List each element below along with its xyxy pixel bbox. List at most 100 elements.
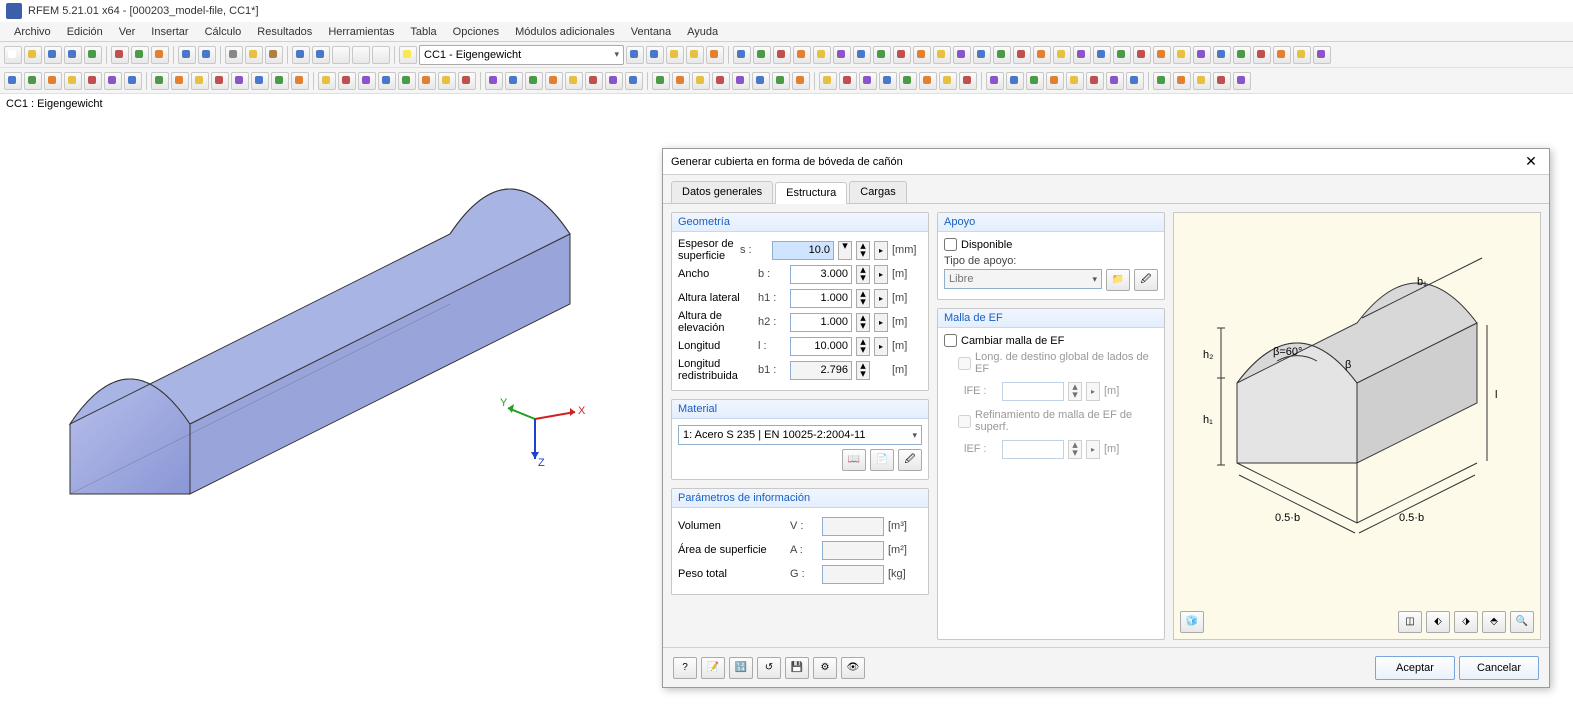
support-library-button[interactable]: 📁 [1106,269,1130,291]
tool-generic[interactable] [84,72,102,90]
tool-generic[interactable] [565,72,583,90]
tool-generic[interactable] [104,72,122,90]
menu-insertar[interactable]: Insertar [143,24,196,40]
tool-generic[interactable] [372,46,390,64]
tool-generic[interactable] [4,72,22,90]
tool-generic[interactable] [124,72,142,90]
tool-generic[interactable] [913,46,931,64]
tool-generic[interactable] [151,72,169,90]
tool-generic[interactable] [1293,46,1311,64]
tool-generic[interactable] [338,72,356,90]
tab-datos-generales[interactable]: Datos generales [671,181,773,203]
tool-generic[interactable] [973,46,991,64]
tool-generic[interactable] [251,72,269,90]
tool-generic[interactable] [1173,46,1191,64]
tool-generic[interactable] [893,46,911,64]
tool-saveall[interactable] [64,46,82,64]
tool-generic[interactable] [1253,46,1271,64]
tool-generic[interactable] [879,72,897,90]
tool-generic[interactable] [692,72,710,90]
tool-generic[interactable] [859,72,877,90]
tool-generic[interactable] [1033,46,1051,64]
menu-ver[interactable]: Ver [111,24,144,40]
dialog-titlebar[interactable]: Generar cubierta en forma de bóveda de c… [663,149,1549,175]
tool-generic[interactable] [772,72,790,90]
tool-open[interactable] [24,46,42,64]
geom-input-2[interactable] [790,289,852,308]
tool-generic[interactable] [1113,46,1131,64]
tool-generic[interactable] [585,72,603,90]
tool-generic[interactable] [1273,46,1291,64]
pick-icon[interactable]: ▸ [874,337,888,356]
tool-generic[interactable] [191,72,209,90]
tool-generic[interactable] [418,72,436,90]
tool-generic[interactable] [1153,72,1171,90]
tool-generic[interactable] [733,46,751,64]
tool-generic[interactable] [505,72,523,90]
tool-generic[interactable] [1193,46,1211,64]
preview-toggle-button[interactable]: 👁 [841,657,865,679]
zoom-button[interactable]: 🔍 [1510,611,1534,633]
spinner-icon[interactable]: ▴▾ [856,265,870,284]
tool-generic[interactable] [1046,72,1064,90]
tool-generic[interactable] [1093,46,1111,64]
tool-check[interactable] [131,46,149,64]
tool-generic[interactable] [953,46,971,64]
tool-generic[interactable] [959,72,977,90]
tool-generic[interactable] [171,72,189,90]
pick-icon[interactable]: ▸ [874,241,888,260]
geom-input-1[interactable] [790,265,852,284]
default-button[interactable]: ↺ [757,657,781,679]
tool-generic[interactable] [1106,72,1124,90]
tool-generic[interactable] [458,72,476,90]
tool-save[interactable] [44,46,62,64]
tool-generic[interactable] [44,72,62,90]
tab-cargas[interactable]: Cargas [849,181,906,203]
tool-generic[interactable] [211,72,229,90]
tool-grid[interactable] [312,46,330,64]
tool-generic[interactable] [873,46,891,64]
tool-generic[interactable] [753,46,771,64]
tool-generic[interactable] [1006,72,1024,90]
material-edit-button[interactable]: 🖉 [898,449,922,471]
tool-generic[interactable] [686,46,704,64]
tool-print[interactable] [84,46,102,64]
tool-generic[interactable] [24,72,42,90]
geom-input-0[interactable] [772,241,834,260]
tool-calculate[interactable] [111,46,129,64]
material-new-button[interactable]: 📄 [870,449,894,471]
tool-generic[interactable] [1173,72,1191,90]
tool-generic[interactable] [712,72,730,90]
units-button[interactable]: 🔢 [729,657,753,679]
tool-generic[interactable] [652,72,670,90]
spinner-icon[interactable]: ▴▾ [856,289,870,308]
tool-generic[interactable] [919,72,937,90]
tool-generic[interactable] [839,72,857,90]
menu-calculo[interactable]: Cálculo [197,24,250,40]
menu-ayuda[interactable]: Ayuda [679,24,726,40]
support-edit-button[interactable]: 🖉 [1134,269,1158,291]
pick-icon[interactable]: ▸ [874,313,888,332]
menu-ventana[interactable]: Ventana [623,24,679,40]
preview-mode-button[interactable]: 🧊 [1180,611,1204,633]
pick-icon[interactable]: ▸ [874,289,888,308]
tool-generic[interactable] [485,72,503,90]
spinner-icon[interactable]: ▴▾ [856,313,870,332]
view-z-button[interactable]: ⬘ [1482,611,1506,633]
save-button[interactable]: 💾 [785,657,809,679]
tool-generic[interactable] [1126,72,1144,90]
tool-prev[interactable] [626,46,644,64]
tool-generic[interactable] [352,46,370,64]
tool-generic[interactable] [1013,46,1031,64]
tool-paste[interactable] [265,46,283,64]
menu-archivo[interactable]: Archivo [6,24,59,40]
tool-generic[interactable] [378,72,396,90]
tool-new[interactable] [4,46,22,64]
tool-generic[interactable] [358,72,376,90]
tool-report[interactable] [151,46,169,64]
tool-generic[interactable] [1193,72,1211,90]
geom-input-4[interactable] [790,337,852,356]
tool-generic[interactable] [525,72,543,90]
tool-generic[interactable] [792,72,810,90]
view-x-button[interactable]: ⬖ [1426,611,1450,633]
